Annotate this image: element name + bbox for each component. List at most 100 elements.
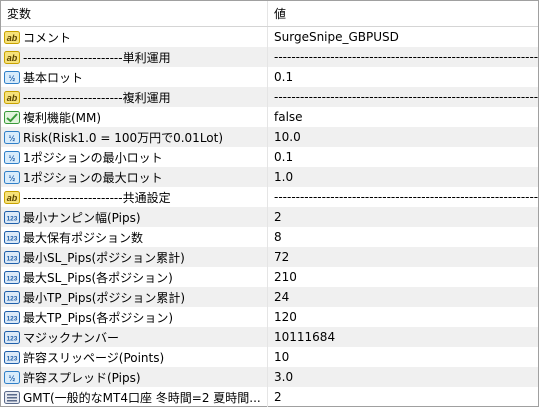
parameter-value[interactable]: 10 [268, 347, 538, 367]
svg-text:123: 123 [7, 335, 18, 342]
parameter-name-cell[interactable]: 123 最小ナンピン幅(Pips) [1, 207, 268, 227]
parameter-name-cell[interactable]: ½ 1ポジションの最小ロット [1, 147, 268, 167]
svg-text:123: 123 [7, 235, 18, 242]
parameter-value[interactable]: 1.0 [268, 167, 538, 187]
parameter-row[interactable]: 123 最小TP_Pips(ポジション累計) 24 [1, 287, 538, 307]
parameter-rows: ab コメント SurgeSnipe_GBPUSD ab ---------------… [1, 27, 538, 407]
parameter-row[interactable]: ½ 基本ロット 0.1 [1, 67, 538, 87]
parameter-value[interactable]: 0.1 [268, 147, 538, 167]
parameter-name-cell[interactable]: 123 許容スリッページ(Points) [1, 347, 268, 367]
parameter-row[interactable]: 123 マジックナンバー 10111684 [1, 327, 538, 347]
parameter-name: -----------------------複利運用 [23, 90, 171, 105]
parameter-value[interactable]: ----------------------------------------… [268, 87, 538, 107]
inputs-parameter-grid: 変数 値 ab コメント SurgeSnipe_GBPUSD ab ----------… [0, 0, 539, 407]
parameter-name-cell[interactable]: ab -----------------------複利運用 [1, 87, 268, 107]
parameter-row[interactable]: ½ 1ポジションの最小ロット 0.1 [1, 147, 538, 167]
parameter-row[interactable]: 123 最大保有ポジション数 8 [1, 227, 538, 247]
header-variable[interactable]: 変数 [1, 1, 268, 26]
parameter-name-cell[interactable]: ab コメント [1, 27, 268, 47]
int-123-icon: 123 [4, 350, 20, 364]
parameter-value[interactable]: 72 [268, 247, 538, 267]
parameter-value[interactable]: 8 [268, 227, 538, 247]
svg-text:123: 123 [7, 355, 18, 362]
parameter-name: 最大SL_Pips(各ポジション) [23, 270, 173, 285]
parameter-value[interactable]: 120 [268, 307, 538, 327]
parameter-value[interactable]: 2 [268, 207, 538, 227]
parameter-name: Risk(Risk1.0 = 100万円で0.01Lot) [23, 130, 224, 145]
parameter-name-cell[interactable]: ab -----------------------単利運用 [1, 47, 268, 67]
svg-text:ab: ab [7, 33, 18, 43]
parameter-name-cell[interactable]: 123 最小SL_Pips(ポジション累計) [1, 247, 268, 267]
parameter-name: マジックナンバー [23, 330, 120, 345]
parameter-name-cell[interactable]: 123 マジックナンバー [1, 327, 268, 347]
parameter-row[interactable]: 123 最大SL_Pips(各ポジション) 210 [1, 267, 538, 287]
parameter-name-cell[interactable]: ab -----------------------共通設定 [1, 187, 268, 207]
int-123-icon: 123 [4, 290, 20, 304]
parameter-name: 許容スリッページ(Points) [23, 350, 165, 365]
string-ab-icon: ab [4, 30, 20, 44]
parameter-name-cell[interactable]: ½ 1ポジションの最大ロット [1, 167, 268, 187]
parameter-name-cell[interactable]: 123 最大SL_Pips(各ポジション) [1, 267, 268, 287]
parameter-value[interactable]: 10.0 [268, 127, 538, 147]
parameter-row[interactable]: 123 最小SL_Pips(ポジション累計) 72 [1, 247, 538, 267]
parameter-row[interactable]: ab -----------------------複利運用 -----------… [1, 87, 538, 107]
parameter-name-cell[interactable]: ½ Risk(Risk1.0 = 100万円で0.01Lot) [1, 127, 268, 147]
parameter-row[interactable]: GMT(一般的なMT4口座 冬時間=2 夏時間... 2 [1, 387, 538, 407]
parameter-row[interactable]: ½ Risk(Risk1.0 = 100万円で0.01Lot) 10.0 [1, 127, 538, 147]
parameter-value[interactable]: 3.0 [268, 367, 538, 387]
svg-text:ab: ab [7, 193, 18, 203]
parameter-name-cell[interactable]: 複利機能(MM) [1, 107, 268, 127]
int-123-icon: 123 [4, 310, 20, 324]
parameter-value[interactable]: 24 [268, 287, 538, 307]
enum-list-icon [4, 390, 20, 404]
parameter-name: 最小SL_Pips(ポジション累計) [23, 250, 185, 265]
parameter-name-cell[interactable]: 123 最小TP_Pips(ポジション累計) [1, 287, 268, 307]
parameter-row[interactable]: ½ 1ポジションの最大ロット 1.0 [1, 167, 538, 187]
string-ab-icon: ab [4, 190, 20, 204]
parameter-row[interactable]: ½ 許容スプレッド(Pips) 3.0 [1, 367, 538, 387]
parameter-name: 最大TP_Pips(各ポジション) [23, 310, 174, 325]
svg-text:123: 123 [7, 315, 18, 322]
parameter-value[interactable]: 0.1 [268, 67, 538, 87]
int-123-icon: 123 [4, 330, 20, 344]
int-123-icon: 123 [4, 230, 20, 244]
svg-text:ab: ab [7, 53, 18, 63]
parameter-name-cell[interactable]: ½ 許容スプレッド(Pips) [1, 367, 268, 387]
parameter-name-cell[interactable]: ½ 基本ロット [1, 67, 268, 87]
parameter-name-cell[interactable]: GMT(一般的なMT4口座 冬時間=2 夏時間... [1, 387, 268, 407]
parameter-row[interactable]: ab -----------------------共通設定 -----------… [1, 187, 538, 207]
parameter-value[interactable]: 210 [268, 267, 538, 287]
parameter-value[interactable]: false [268, 107, 538, 127]
parameter-name-cell[interactable]: 123 最大保有ポジション数 [1, 227, 268, 247]
svg-text:½: ½ [9, 134, 16, 143]
parameter-name: 1ポジションの最小ロット [23, 150, 163, 165]
svg-text:½: ½ [9, 174, 16, 183]
parameter-name: 基本ロット [23, 70, 84, 85]
int-123-icon: 123 [4, 250, 20, 264]
parameter-row[interactable]: 複利機能(MM) false [1, 107, 538, 127]
parameter-name-cell[interactable]: 123 最大TP_Pips(各ポジション) [1, 307, 268, 327]
parameter-value[interactable]: 10111684 [268, 327, 538, 347]
double-v2-icon: ½ [4, 130, 20, 144]
parameter-name: GMT(一般的なMT4口座 冬時間=2 夏時間... [23, 390, 261, 405]
svg-text:123: 123 [7, 215, 18, 222]
parameter-row[interactable]: 123 最大TP_Pips(各ポジション) 120 [1, 307, 538, 327]
parameter-value[interactable]: SurgeSnipe_GBPUSD [268, 27, 538, 47]
svg-text:123: 123 [7, 295, 18, 302]
parameter-value[interactable]: ----------------------------------------… [268, 47, 538, 67]
int-123-icon: 123 [4, 210, 20, 224]
parameter-row[interactable]: ab -----------------------単利運用 -----------… [1, 47, 538, 67]
parameter-value[interactable]: 2 [268, 387, 538, 407]
bool-check-icon [4, 110, 20, 124]
parameter-row[interactable]: ab コメント SurgeSnipe_GBPUSD [1, 27, 538, 47]
double-v2-icon: ½ [4, 70, 20, 84]
svg-text:½: ½ [9, 154, 16, 163]
parameter-row[interactable]: 123 許容スリッページ(Points) 10 [1, 347, 538, 367]
parameter-value[interactable]: ----------------------------------------… [268, 187, 538, 207]
header-value[interactable]: 値 [268, 1, 538, 26]
double-v2-icon: ½ [4, 170, 20, 184]
parameter-row[interactable]: 123 最小ナンピン幅(Pips) 2 [1, 207, 538, 227]
parameter-name: 許容スプレッド(Pips) [23, 370, 141, 385]
parameter-name: 最小TP_Pips(ポジション累計) [23, 290, 186, 305]
svg-text:123: 123 [7, 255, 18, 262]
